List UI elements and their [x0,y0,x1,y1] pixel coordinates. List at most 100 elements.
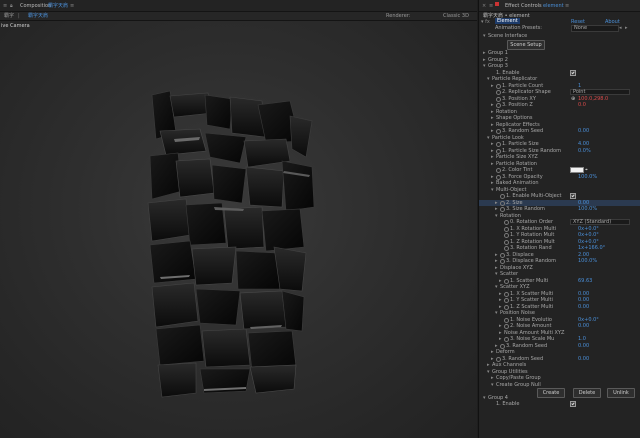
disclosure-closed-icon[interactable]: ▸ [499,297,502,303]
stopwatch-icon[interactable] [496,148,501,154]
stopwatch-icon[interactable] [504,298,509,303]
tab-composition[interactable]: 霸字天肩 [28,12,48,20]
stopwatch-icon[interactable] [500,252,505,258]
disclosure-open-icon[interactable]: ▾ [483,33,486,39]
disclosure-closed-icon[interactable]: ▸ [491,349,494,355]
stopwatch-icon[interactable] [504,246,509,251]
disclosure-closed-icon[interactable]: ▸ [491,122,494,128]
parameter-value[interactable]: 0.00 [578,304,589,310]
panel-menu-icon[interactable]: ≡ [489,2,493,10]
disclosure-closed-icon[interactable]: ▸ [491,148,494,154]
parameter-value[interactable]: 0.00 [578,356,589,362]
stopwatch-icon[interactable] [496,142,501,147]
parameter-value[interactable]: 4.00 [578,141,589,147]
parameter-row[interactable]: 3. Position XY ⊕ 100.0,298.0 [479,96,640,102]
parameter-value[interactable]: 0.00 [578,291,589,297]
parameter-row[interactable]: ▸ 3. Displace Random 100.0% [479,258,640,264]
parameter-row[interactable]: 3. Rotation Rand 1x+166.0° [479,245,640,251]
scene-setup-button[interactable]: Scene Setup [507,39,545,50]
eyedropper-icon[interactable]: ⌖ [585,167,588,173]
parameter-row[interactable]: ▾ Particle Replicator [479,76,640,82]
comp-menu-icon[interactable]: ≡ [70,2,74,10]
color-swatch[interactable] [570,167,584,173]
parameter-row[interactable]: ▸ Rotation [479,109,640,115]
breadcrumb[interactable]: 霸字 [4,12,14,20]
disclosure-closed-icon[interactable]: ▸ [491,102,494,108]
parameter-row[interactable]: ▸ Shape Options [479,115,640,121]
parameter-value[interactable]: 0.00 [578,323,589,329]
disclosure-closed-icon[interactable]: ▸ [491,141,494,147]
parameter-value[interactable]: 100.0,298.0 [578,96,608,102]
stopwatch-icon[interactable] [504,239,509,245]
parameter-row[interactable]: Scene Setup [479,39,640,50]
disclosure-closed-icon[interactable]: ▸ [483,50,486,56]
disclosure-closed-icon[interactable]: ▸ [499,330,502,336]
stopwatch-icon[interactable] [496,356,501,362]
disclosure-open-icon[interactable]: ▾ [495,284,498,290]
crosshair-icon[interactable]: ⊕ [571,96,575,102]
parameter-row[interactable]: ▸ 3. Displace 2.00 [479,252,640,258]
parameter-value[interactable]: 0x+0.0° [578,226,599,232]
stopwatch-icon[interactable] [500,343,505,349]
parameter-row[interactable]: ▸ 3. Random Seed 0.00 [479,128,640,134]
parameter-row[interactable]: 0. Rotation Order XYZ (Standard) [479,219,640,225]
parameter-value[interactable]: 0x+0.0° [578,317,599,323]
parameter-row[interactable]: ▸ Baked Animation [479,180,640,186]
parameter-value[interactable]: 0.00 [578,200,589,206]
parameter-row[interactable]: ▸ Group 1 [479,50,640,56]
disclosure-closed-icon[interactable]: ▸ [491,375,494,381]
parameter-row[interactable]: ▸ 2. Size 0.00 [479,199,640,206]
parameter-value[interactable]: 0.00 [578,343,589,349]
parameter-value[interactable]: 100.0% [578,258,597,264]
animation-presets-dropdown[interactable]: None [571,25,619,32]
disclosure-open-icon[interactable]: ▾ [491,187,494,193]
composition-name[interactable]: 霸字天肩 [48,2,68,10]
stopwatch-icon[interactable] [504,278,509,284]
preset-prev-icon[interactable]: ◂ [619,24,622,32]
parameter-row[interactable]: ▸ 1. Scatter Multi 69.63 [479,278,640,284]
parameter-value[interactable]: 0x+0.0° [578,239,599,245]
parameter-row[interactable]: ▾ Group Utilities [479,369,640,375]
parameter-value[interactable]: 69.63 [578,278,592,284]
parameter-dropdown[interactable]: XYZ (Standard) [570,219,630,225]
stopwatch-icon[interactable] [496,83,501,89]
parameter-row[interactable]: 1. Z Rotation Mult 0x+0.0° [479,239,640,245]
disclosure-closed-icon[interactable]: ▸ [491,180,494,186]
renderer-value[interactable]: Classic 3D [443,12,469,20]
parameter-dropdown[interactable]: Point [570,89,630,95]
disclosure-open-icon[interactable]: ▾ [491,382,494,388]
parameter-row[interactable]: ▾ Group 4 [479,395,640,401]
preset-next-icon[interactable]: ▸ [625,24,628,32]
disclosure-closed-icon[interactable]: ▸ [491,109,494,115]
parameter-value[interactable]: 0.00 [578,128,589,134]
parameter-row[interactable]: ▸ 3. Random Seed 0.00 [479,343,640,349]
panel-close-icon[interactable]: × [482,2,486,10]
disclosure-closed-icon[interactable]: ▸ [491,356,494,362]
parameter-row[interactable]: ▾ Create Group Null [479,382,640,388]
parameter-row[interactable]: ▸ 3. Random Seed 0.00 [479,356,640,362]
parameter-row[interactable]: ▸ 1. Particle Size 4.00 [479,141,640,147]
stopwatch-icon[interactable] [500,194,505,199]
parameter-row[interactable]: ▸ 1. Particle Count 1 [479,83,640,89]
parameter-row[interactable]: ▸ Group 2 [479,57,640,63]
parameter-row[interactable]: ▸ Aux Channels [479,362,640,368]
stopwatch-icon[interactable] [504,226,509,232]
parameter-row[interactable]: ▸ Particle Rotation [479,161,640,167]
parameter-row[interactable]: ▸ Particle Size XYZ [479,154,640,160]
disclosure-closed-icon[interactable]: ▸ [499,336,502,342]
parameter-row[interactable]: ▸ 1. X Scatter Multi 0.00 [479,291,640,297]
parameter-value[interactable]: 0.0% [578,148,591,154]
parameter-row[interactable]: ▸ 3. Position Z 0.0 [479,102,640,108]
stopwatch-icon[interactable] [496,90,501,95]
disclosure-closed-icon[interactable]: ▸ [491,161,494,167]
parameter-row[interactable]: ▸ Replicator Effects [479,122,640,128]
stopwatch-icon[interactable] [500,207,505,212]
parameter-row[interactable]: 1. Enable [479,69,640,76]
disclosure-closed-icon[interactable]: ▸ [495,258,498,264]
parameter-value[interactable]: 100.0% [578,174,597,180]
parameter-row[interactable]: 2. Replicator Shape Point [479,89,640,95]
parameter-row[interactable]: 1. Enable Multi-Object [479,193,640,199]
parameter-row[interactable]: ▸ 3. Noise Scale Mu 1.0 [479,336,640,342]
disclosure-open-icon[interactable]: ▾ [483,395,486,401]
parameter-value[interactable]: 1.0 [578,336,586,342]
